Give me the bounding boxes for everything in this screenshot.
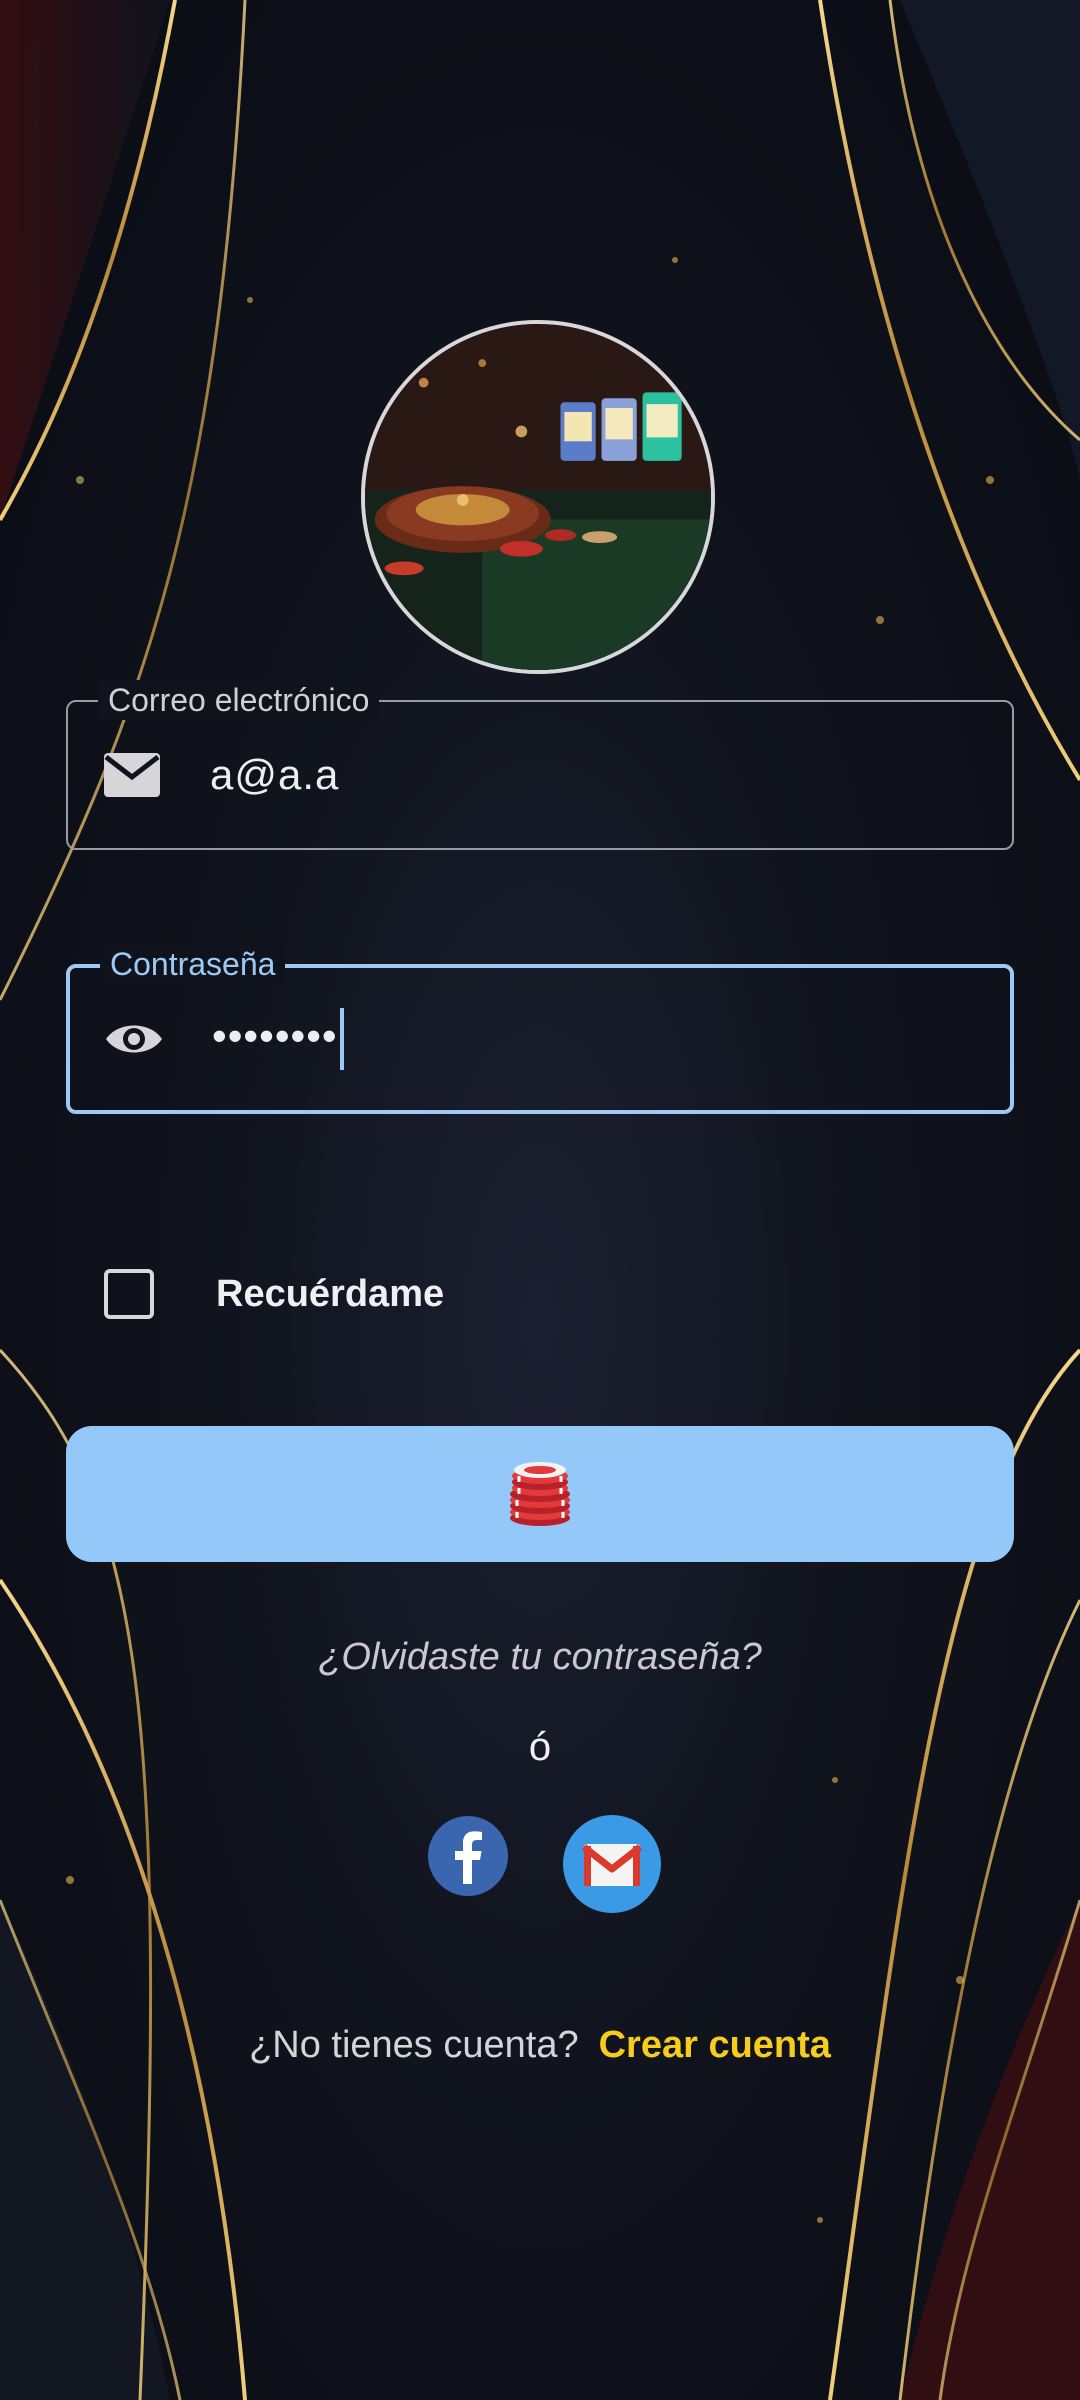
password-field[interactable]: Contraseña •••••••• bbox=[66, 944, 1014, 1114]
signup-question: ¿No tienes cuenta? bbox=[249, 2024, 579, 2066]
gmail-icon[interactable] bbox=[562, 1814, 662, 1914]
facebook-icon[interactable] bbox=[426, 1814, 510, 1898]
login-button[interactable] bbox=[66, 1426, 1014, 1562]
password-label: Contraseña bbox=[100, 944, 286, 984]
profile-image bbox=[361, 320, 715, 674]
email-input[interactable]: a@a.a bbox=[210, 751, 339, 799]
signup-row: ¿No tienes cuenta? Crear cuenta bbox=[0, 2024, 1080, 2067]
login-screen: Correo electrónico a@a.a Contraseña ••••… bbox=[0, 0, 1080, 2400]
casino-chips-icon bbox=[510, 1462, 570, 1526]
password-mask: •••••••• bbox=[212, 1012, 338, 1060]
remember-me-row[interactable]: Recuérdame bbox=[104, 1266, 444, 1322]
email-field[interactable]: Correo electrónico a@a.a bbox=[66, 680, 1014, 850]
remember-label: Recuérdame bbox=[216, 1272, 445, 1315]
forgot-password-link[interactable]: ¿Olvidaste tu contraseña? bbox=[0, 1636, 1080, 1679]
create-account-link[interactable]: Crear cuenta bbox=[599, 2024, 831, 2066]
text-caret bbox=[339, 1008, 344, 1070]
password-input[interactable]: •••••••• bbox=[212, 1008, 344, 1070]
mail-icon bbox=[104, 753, 160, 797]
remember-checkbox[interactable] bbox=[104, 1269, 154, 1319]
email-label: Correo electrónico bbox=[98, 680, 380, 720]
eye-icon[interactable] bbox=[104, 1015, 164, 1063]
or-separator: ó bbox=[528, 1725, 552, 1769]
